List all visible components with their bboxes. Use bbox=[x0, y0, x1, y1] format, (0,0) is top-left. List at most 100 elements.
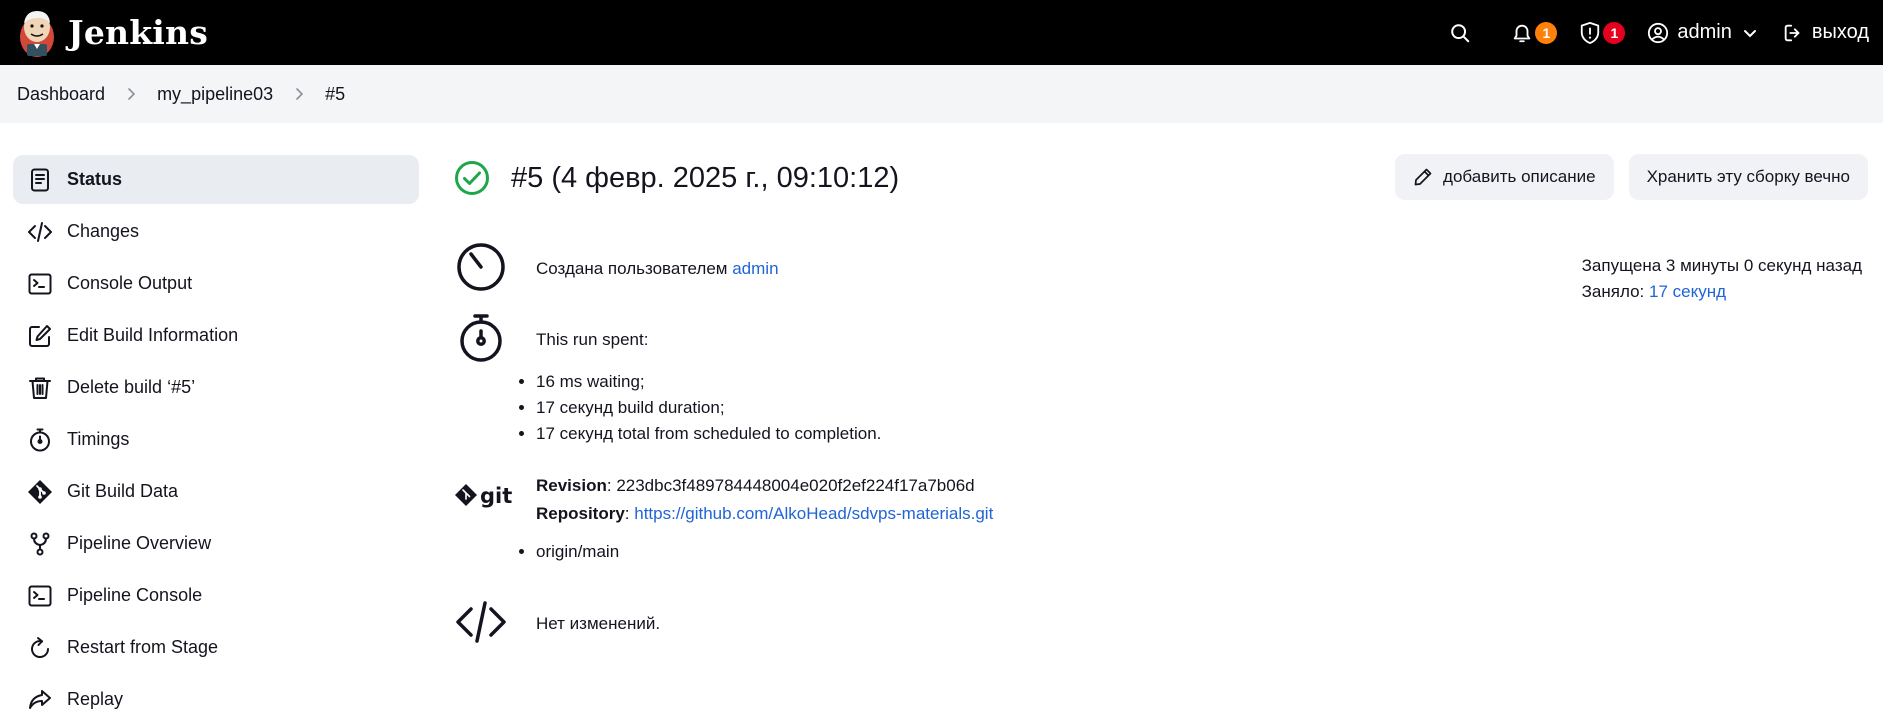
build-timing-summary: Запущена 3 минуты 0 секунд назад Заняло:… bbox=[1582, 253, 1862, 305]
breadcrumb-dashboard[interactable]: Dashboard bbox=[17, 84, 105, 105]
sidebar-item-timings[interactable]: Timings bbox=[13, 415, 419, 464]
git-logo-icon: git bbox=[455, 484, 512, 508]
created-by-user-link[interactable]: admin bbox=[732, 259, 778, 278]
logout-label: выход bbox=[1811, 21, 1869, 43]
code-icon bbox=[456, 601, 506, 643]
search-icon bbox=[1451, 23, 1470, 42]
git-revision-row: git Revision: 223dbc3f489784448004e020f2… bbox=[454, 472, 993, 565]
sidebar-item-pipeline-overview[interactable]: Pipeline Overview bbox=[13, 519, 419, 568]
created-by-label: Создана пользователем bbox=[536, 259, 733, 278]
build-actions: добавить описание Хранить эту сборку веч… bbox=[1380, 154, 1868, 200]
repository-line: Repository: https://github.com/AlkoHead/… bbox=[536, 504, 994, 523]
sidebar-item-label: Replay bbox=[67, 689, 124, 709]
restart-icon bbox=[31, 636, 50, 658]
breadcrumb-job[interactable]: my_pipeline03 bbox=[157, 84, 273, 105]
security-button[interactable]: 1 bbox=[1579, 0, 1626, 65]
branch-icon bbox=[30, 532, 50, 555]
list-item: 17 секунд build duration; bbox=[536, 395, 881, 421]
sidebar-item-edit-build-info[interactable]: Edit Build Information bbox=[13, 311, 419, 360]
sidebar-item-restart-from-stage[interactable]: Restart from Stage bbox=[13, 623, 419, 672]
sidebar-item-label: Delete build ‘#5’ bbox=[67, 377, 196, 397]
trash-icon bbox=[29, 377, 51, 399]
took-row: Заняло: 17 секунд bbox=[1582, 279, 1862, 305]
created-by-text: Создана пользователем admin bbox=[536, 240, 779, 294]
jenkins-home-link[interactable]: Jenkins bbox=[18, 0, 208, 65]
started-ago-text: Запущена 3 минуты 0 секунд назад bbox=[1581, 256, 1862, 275]
user-icon bbox=[1648, 22, 1669, 43]
sidebar-item-label: Git Build Data bbox=[67, 481, 179, 501]
sidebar-item-pipeline-console[interactable]: Pipeline Console bbox=[13, 571, 419, 620]
sidebar-item-git-build-data[interactable]: Git Build Data bbox=[13, 467, 419, 516]
took-label: Заняло: bbox=[1581, 282, 1649, 301]
chevron-right-icon bbox=[296, 88, 304, 100]
user-name: admin bbox=[1677, 21, 1732, 43]
branch-list: origin/main bbox=[487, 539, 993, 565]
success-check-icon bbox=[455, 161, 489, 195]
sidebar: Status Changes Console Output Edit Build… bbox=[13, 155, 419, 727]
search-button[interactable] bbox=[1449, 0, 1471, 65]
changes-row: Нет изменений. bbox=[454, 595, 660, 649]
build-title-row: #5 (4 февр. 2025 г., 09:10:12) bbox=[454, 150, 899, 206]
sidebar-item-label: Timings bbox=[67, 429, 130, 449]
user-clock-icon bbox=[457, 243, 505, 291]
svg-text:git: git bbox=[480, 484, 512, 508]
terminal-icon bbox=[28, 273, 52, 294]
revision-hash: 223dbc3f489784448004e020f2ef224f17a7b06d bbox=[616, 476, 975, 495]
sidebar-item-label: Pipeline Console bbox=[67, 585, 203, 605]
chevron-right-icon bbox=[128, 88, 136, 100]
list-item: origin/main bbox=[536, 539, 993, 565]
breadcrumb-build[interactable]: #5 bbox=[325, 84, 345, 105]
run-spent-list: 16 ms waiting; 17 секунд build duration;… bbox=[487, 369, 881, 447]
user-menu[interactable]: admin bbox=[1647, 0, 1757, 65]
sidebar-item-label: Changes bbox=[67, 221, 140, 241]
sidebar-item-replay[interactable]: Replay bbox=[13, 675, 419, 724]
keep-forever-label: Хранить эту сборку вечно bbox=[1646, 167, 1850, 186]
jenkins-logo-icon bbox=[20, 10, 54, 57]
revision-label: Revision bbox=[536, 476, 607, 495]
add-description-label: добавить описание bbox=[1443, 167, 1596, 186]
stopwatch-icon bbox=[460, 314, 502, 362]
page-title: #5 (4 февр. 2025 г., 09:10:12) bbox=[511, 161, 900, 194]
list-item: 17 секунд total from scheduled to comple… bbox=[536, 421, 881, 447]
brand-name: Jenkins bbox=[68, 13, 208, 52]
security-badge: 1 bbox=[1603, 21, 1626, 44]
logout-icon bbox=[1784, 24, 1800, 41]
notifications-badge: 1 bbox=[1535, 21, 1558, 44]
pencil-icon bbox=[1414, 168, 1432, 186]
top-header: Jenkins 1 1 admin выход bbox=[0, 0, 1883, 65]
took-duration-link[interactable]: 17 секунд bbox=[1649, 282, 1726, 301]
repository-label: Repository bbox=[536, 504, 625, 523]
sidebar-item-delete-build[interactable]: Delete build ‘#5’ bbox=[13, 363, 419, 412]
sidebar-item-changes[interactable]: Changes bbox=[13, 207, 419, 256]
add-description-button[interactable]: добавить описание bbox=[1395, 154, 1614, 200]
chevron-down-icon bbox=[1743, 29, 1756, 37]
created-by-row: Создана пользователем admin bbox=[454, 240, 779, 294]
sidebar-item-console-output[interactable]: Console Output bbox=[13, 259, 419, 308]
bell-icon bbox=[1514, 24, 1531, 42]
sidebar-item-label: Console Output bbox=[67, 273, 193, 293]
notifications-button[interactable]: 1 bbox=[1511, 0, 1558, 65]
run-spent-content: This run spent: 16 ms waiting; 17 секунд… bbox=[536, 311, 881, 447]
stopwatch-icon bbox=[30, 428, 50, 451]
replay-icon bbox=[29, 689, 51, 709]
sidebar-item-label: Pipeline Overview bbox=[67, 533, 212, 553]
run-spent-label: This run spent: bbox=[536, 330, 649, 349]
git-details: Revision: 223dbc3f489784448004e020f2ef22… bbox=[536, 472, 993, 565]
git-icon bbox=[28, 479, 52, 504]
revision-line: Revision: 223dbc3f489784448004e020f2ef22… bbox=[536, 476, 975, 495]
sidebar-item-status[interactable]: Status bbox=[13, 155, 419, 204]
terminal-icon bbox=[28, 585, 52, 606]
edit-icon bbox=[29, 324, 51, 347]
run-spent-row: This run spent: 16 ms waiting; 17 секунд… bbox=[454, 311, 881, 447]
repository-link[interactable]: https://github.com/AlkoHead/sdvps-materi… bbox=[634, 504, 993, 523]
keep-forever-button[interactable]: Хранить эту сборку вечно bbox=[1628, 154, 1868, 200]
logout-button[interactable]: выход bbox=[1782, 0, 1869, 65]
sidebar-item-label: Restart from Stage bbox=[67, 637, 219, 657]
shield-icon bbox=[1581, 21, 1600, 44]
code-icon bbox=[28, 221, 52, 242]
sidebar-item-label: Status bbox=[67, 169, 123, 189]
list-item: 16 ms waiting; bbox=[536, 369, 881, 395]
sidebar-item-label: Edit Build Information bbox=[67, 325, 239, 345]
status-icon bbox=[31, 168, 49, 191]
breadcrumb: Dashboard my_pipeline03 #5 bbox=[0, 65, 1883, 123]
